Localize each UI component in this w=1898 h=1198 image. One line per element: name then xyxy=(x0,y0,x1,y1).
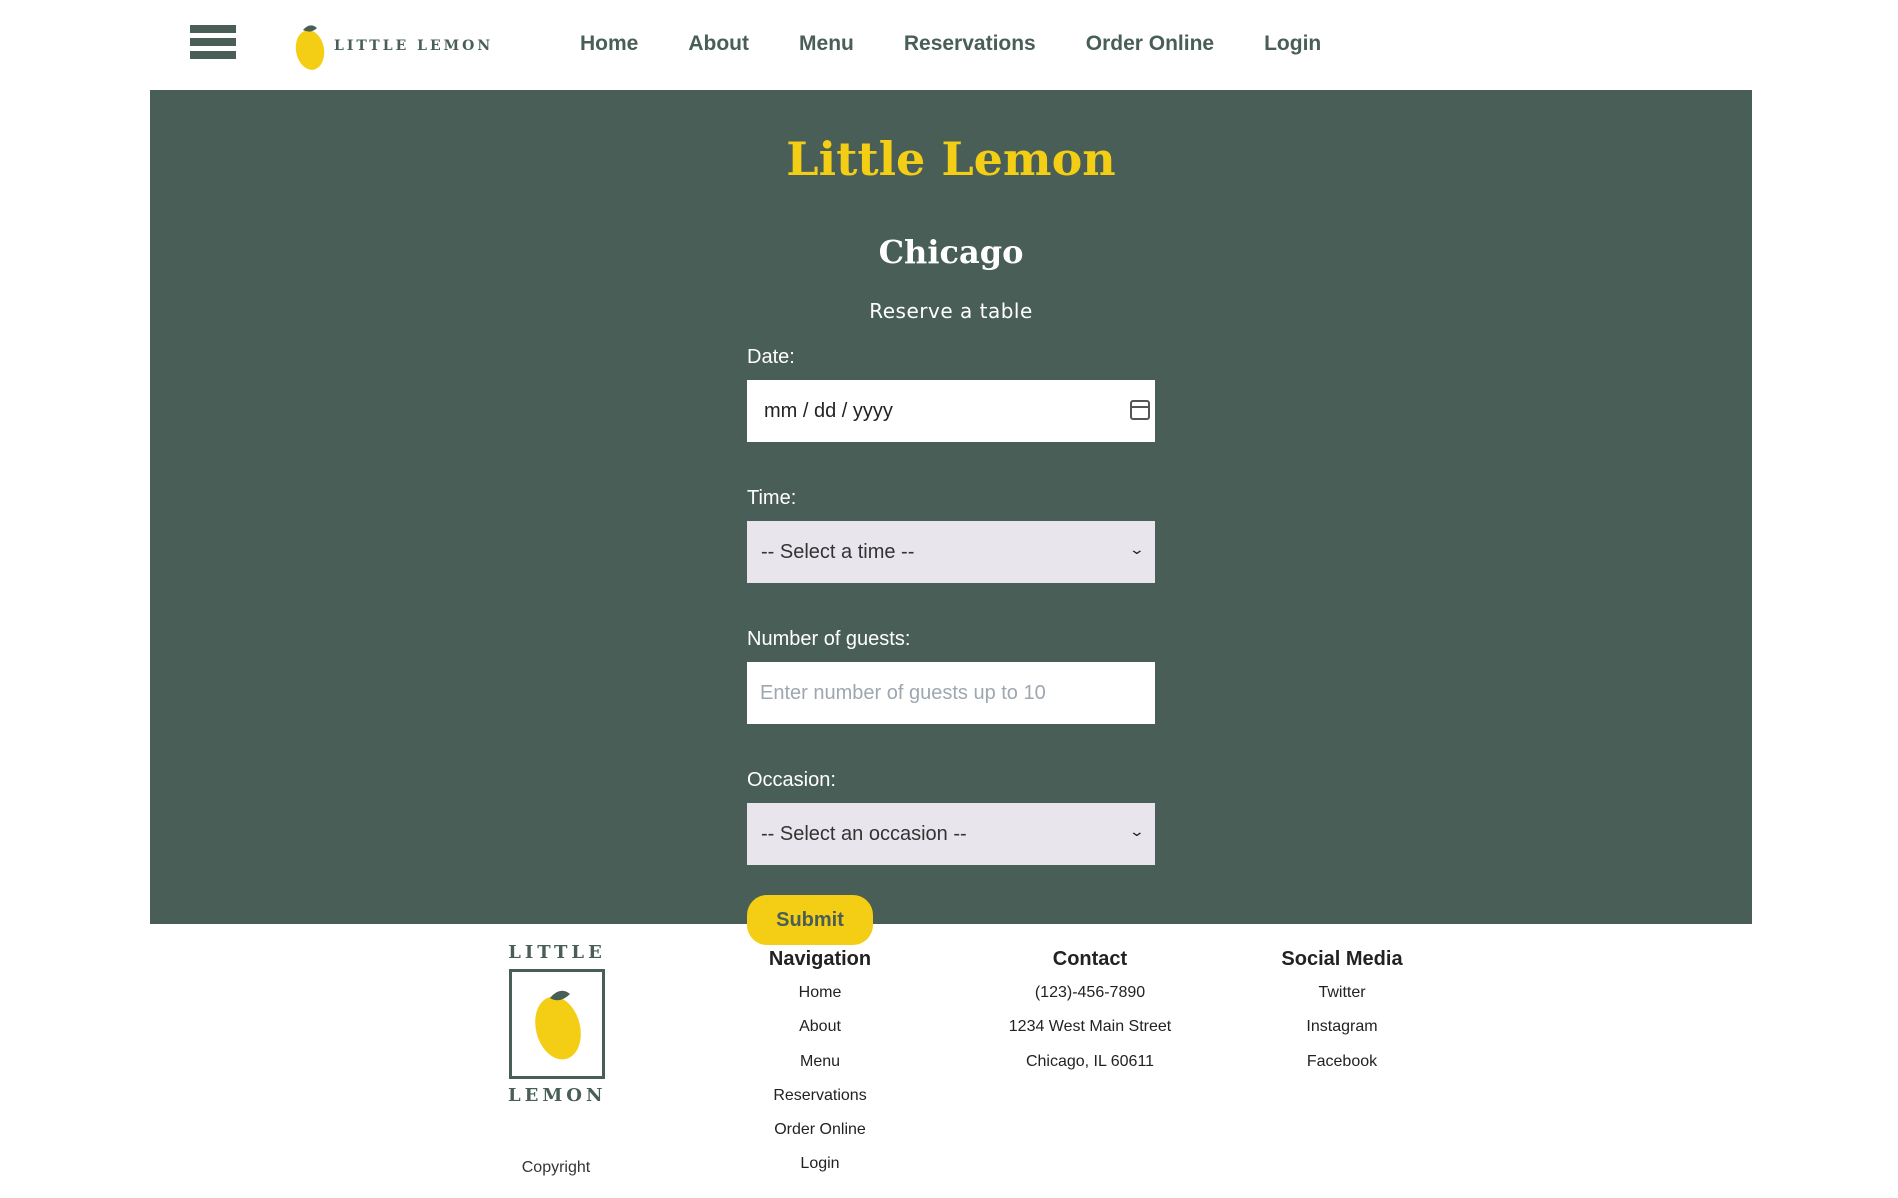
date-value: mm / dd / yyyy xyxy=(764,400,893,422)
date-input[interactable]: mm / dd / yyyy xyxy=(747,380,1155,442)
footer-link-login[interactable]: Login xyxy=(740,1154,900,1188)
site-logo[interactable]: LITTLE LEMON xyxy=(294,20,493,72)
footer-social: Social Media Twitter Instagram Facebook xyxy=(1262,948,1422,1086)
footer-link-menu[interactable]: Menu xyxy=(740,1052,900,1086)
occasion-select[interactable]: -- Select an occasion -- ⌄ xyxy=(747,803,1155,865)
nav-home[interactable]: Home xyxy=(580,32,638,56)
copyright-text: Copyright xyxy=(521,1159,591,1176)
site-footer: LITTLE LEMON Copyright Navigation Home A… xyxy=(0,924,1898,1198)
site-header: LITTLE LEMON Home About Menu Reservation… xyxy=(0,0,1898,90)
contact-street: 1234 West Main Street xyxy=(1008,1018,1172,1036)
chevron-down-icon: ⌄ xyxy=(1128,823,1146,839)
footer-logo-top: LITTLE xyxy=(508,942,606,963)
nav-about[interactable]: About xyxy=(688,32,749,56)
reservation-form: Date: mm / dd / yyyy Time: -- Select a t… xyxy=(747,340,1157,945)
footer-logo-frame xyxy=(509,969,605,1079)
hero-subtitle: Reserve a table xyxy=(869,299,1033,323)
footer-logo[interactable]: LITTLE LEMON xyxy=(508,942,606,1106)
nav-reservations[interactable]: Reservations xyxy=(904,32,1036,56)
footer-contact: Contact (123)-456-7890 1234 West Main St… xyxy=(1000,948,1180,1086)
nav-login[interactable]: Login xyxy=(1264,32,1321,56)
guests-label: Number of guests: xyxy=(747,628,911,650)
footer-navigation-title: Navigation xyxy=(768,948,872,970)
social-instagram[interactable]: Instagram xyxy=(1262,1017,1422,1051)
main-nav: Home About Menu Reservations Order Onlin… xyxy=(580,32,1371,56)
time-label: Time: xyxy=(747,487,797,509)
footer-social-title: Social Media xyxy=(1281,948,1403,970)
footer-contact-title: Contact xyxy=(1052,948,1128,970)
hamburger-menu-icon[interactable] xyxy=(190,25,236,65)
lemon-logo-icon xyxy=(295,25,325,70)
footer-navigation: Navigation Home About Menu Reservations … xyxy=(740,948,900,1189)
hero-title: Little Lemon xyxy=(786,132,1116,186)
footer-link-order-online[interactable]: Order Online xyxy=(740,1120,900,1154)
hero-city: Chicago xyxy=(878,233,1024,271)
nav-order-online[interactable]: Order Online xyxy=(1086,32,1214,56)
time-select[interactable]: -- Select a time -- ⌄ xyxy=(747,521,1155,583)
contact-city: Chicago, IL 60611 xyxy=(1025,1052,1155,1070)
nav-menu[interactable]: Menu xyxy=(799,32,854,56)
date-label: Date: xyxy=(747,346,795,368)
social-twitter[interactable]: Twitter xyxy=(1262,983,1422,1017)
footer-logo-bottom: LEMON xyxy=(508,1085,607,1106)
occasion-select-value: -- Select an occasion -- xyxy=(761,823,967,845)
chevron-down-icon: ⌄ xyxy=(1128,541,1146,557)
footer-link-home[interactable]: Home xyxy=(740,983,900,1017)
calendar-icon[interactable] xyxy=(1130,400,1150,420)
occasion-label: Occasion: xyxy=(747,769,836,791)
guests-placeholder: Enter number of guests up to 10 xyxy=(760,682,1046,704)
footer-link-about[interactable]: About xyxy=(740,1017,900,1051)
contact-phone: (123)-456-7890 xyxy=(1034,984,1146,1001)
time-select-value: -- Select a time -- xyxy=(761,541,915,563)
reservation-section: Little Lemon Chicago Reserve a table Dat… xyxy=(150,90,1752,945)
guests-input[interactable]: Enter number of guests up to 10 xyxy=(747,662,1155,724)
footer-link-reservations[interactable]: Reservations xyxy=(740,1086,900,1120)
lemon-logo-icon xyxy=(535,990,581,1060)
logo-text: LITTLE LEMON xyxy=(334,38,494,54)
social-facebook[interactable]: Facebook xyxy=(1262,1052,1422,1086)
